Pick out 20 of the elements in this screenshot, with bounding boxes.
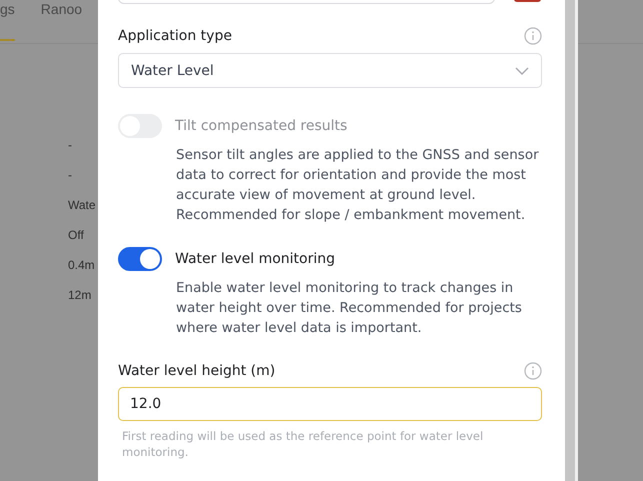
- application-type-select[interactable]: Water Level: [118, 53, 542, 88]
- field-value: Wate: [68, 197, 96, 214]
- field-value: 0.4m: [68, 257, 95, 274]
- info-icon[interactable]: [524, 362, 542, 380]
- field-value: 12m: [68, 287, 92, 304]
- toggle-description: Sensor tilt angles are applied to the GNSS and sensor data to correct for orientation and provide the most accurate view of movement at ground level. Recommended for slope / embankment movement.: [176, 146, 540, 225]
- toggle-label: Water level monitoring: [175, 251, 336, 267]
- field-value: -: [68, 167, 72, 184]
- water-level-height-input[interactable]: 12.0: [118, 387, 542, 421]
- toggle-description: Enable water level monitoring to track changes in water height over time. Recommended for projects where water level data is important.: [176, 279, 523, 338]
- field-value: -: [68, 137, 72, 154]
- toggle-switch[interactable]: [118, 247, 162, 271]
- info-icon[interactable]: [524, 27, 542, 45]
- field-label: Water level height (m): [118, 363, 276, 379]
- chevron-down-icon: [515, 66, 529, 74]
- scrollbar[interactable]: [565, 0, 578, 481]
- hint-text: First reading will be used as the reference point for water level monitoring.: [122, 428, 484, 460]
- field-label: Application type: [118, 28, 232, 44]
- toggle-label: Tilt compensated results: [175, 118, 348, 134]
- field-value: Off: [68, 227, 84, 244]
